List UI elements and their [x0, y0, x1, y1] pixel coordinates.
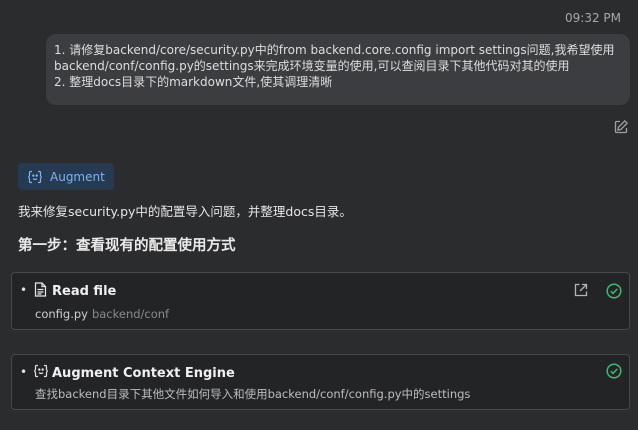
augment-icon: [34, 364, 48, 378]
user-message-line: 2. 整理docs目录下的markdown文件,使其调理清晰: [54, 75, 333, 89]
tool-title: Augment Context Engine: [52, 366, 235, 381]
edit-message-button[interactable]: [613, 119, 629, 135]
tool-card-context-engine: • Augment Context Engine 查找backend目录下其他文…: [11, 354, 630, 410]
user-message-line: backend/conf/config.py的settings来完成环境变量的使…: [54, 59, 570, 73]
list-bullet: •: [20, 283, 28, 297]
tool-card-read-file: • Read file config.py backend/conf: [11, 272, 630, 330]
edit-icon: [614, 119, 629, 134]
file-name: config.py: [35, 307, 88, 321]
file-path: backend/conf: [91, 307, 170, 321]
user-message-bubble: 1. 请修复backend/core/security.py中的from bac…: [46, 34, 630, 105]
open-file-icon[interactable]: [574, 283, 588, 297]
success-check-icon: [606, 363, 622, 379]
success-check-icon: [606, 283, 622, 299]
augment-icon: [28, 170, 42, 183]
tool-title: Read file: [52, 284, 117, 299]
list-bullet: •: [20, 365, 28, 379]
agent-name: Augment: [50, 169, 105, 184]
document-icon: [34, 282, 47, 297]
agent-badge: Augment: [18, 163, 114, 190]
file-reference[interactable]: config.py backend/conf: [35, 307, 169, 321]
agent-intro-text: 我来修复security.py中的配置导入问题，并整理docs目录。: [18, 204, 352, 219]
user-message-line: 1. 请修复backend/core/security.py中的from bac…: [54, 43, 615, 57]
message-timestamp: 09:32 PM: [565, 11, 621, 25]
step-heading: 第一步：查看现有的配置使用方式: [18, 238, 236, 254]
tool-description: 查找backend目录下其他文件如何导入和使用backend/conf/conf…: [35, 387, 471, 401]
